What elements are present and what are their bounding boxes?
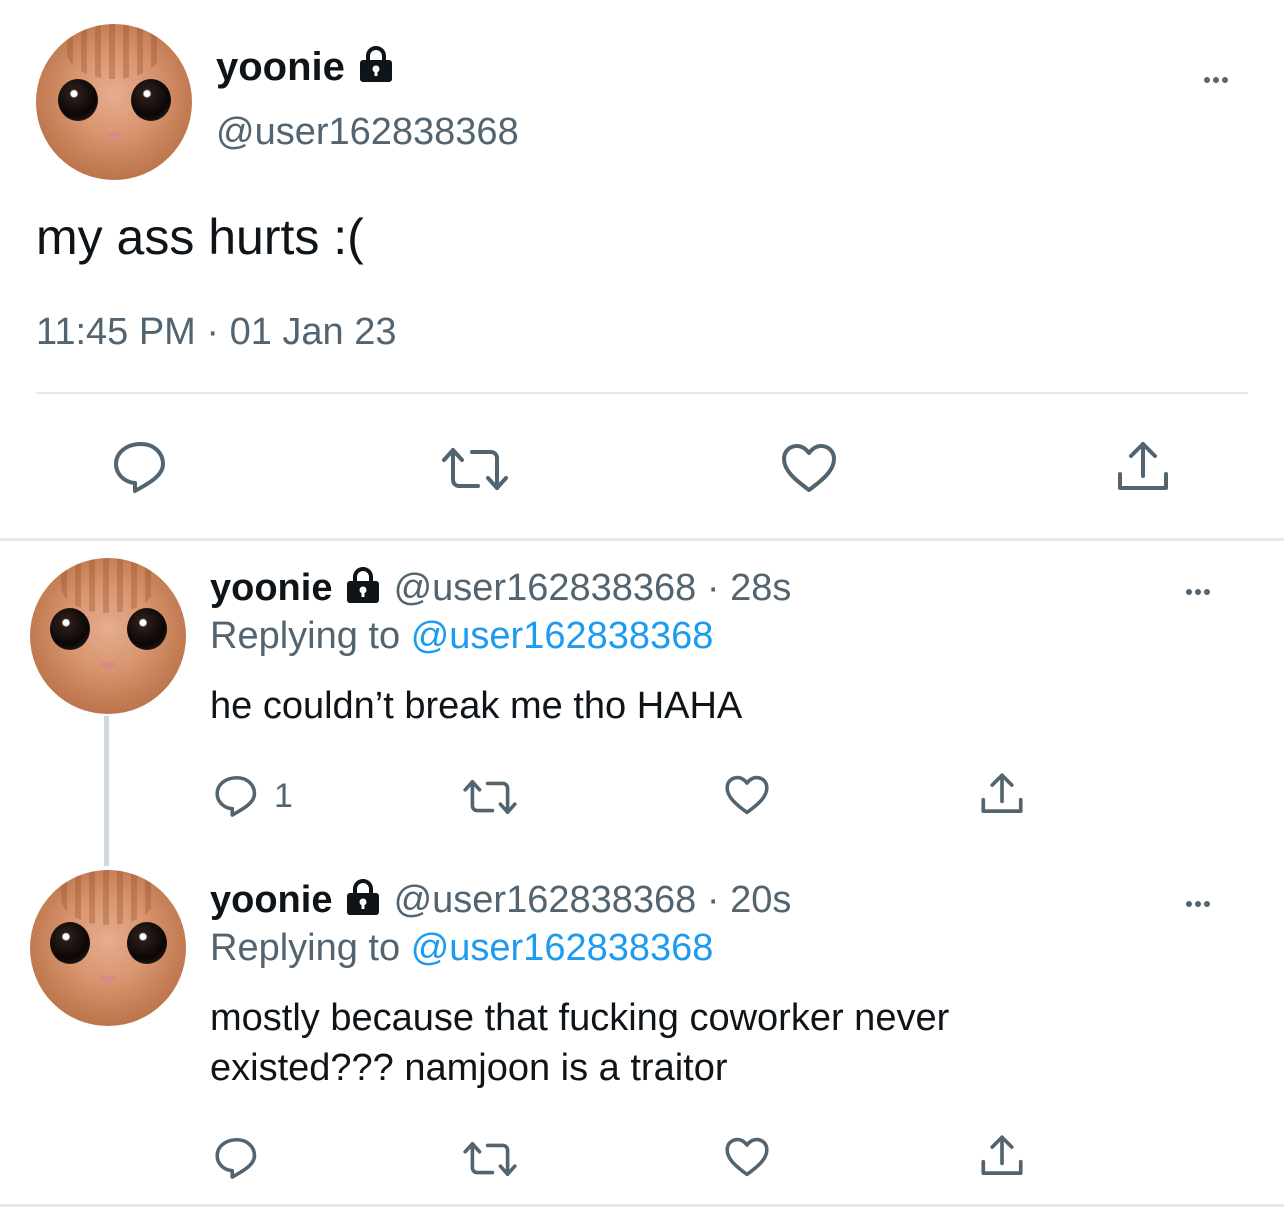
reply-icon[interactable] bbox=[112, 440, 170, 494]
like-icon[interactable] bbox=[724, 1136, 770, 1178]
retweet-icon[interactable] bbox=[462, 778, 518, 816]
lock-icon bbox=[343, 878, 383, 926]
replying-label: Replying to bbox=[210, 927, 401, 969]
display-name[interactable]: yoonie bbox=[210, 879, 332, 921]
more-options-icon[interactable] bbox=[1204, 70, 1231, 88]
reply-icon[interactable] bbox=[214, 1136, 260, 1180]
more-options-icon[interactable] bbox=[1186, 894, 1213, 912]
replying-label: Replying to bbox=[210, 615, 401, 657]
display-name[interactable]: yoonie bbox=[210, 567, 332, 609]
lock-icon bbox=[356, 45, 396, 93]
reply-header: yoonie @user162838368 · 20s bbox=[210, 878, 791, 926]
thread-connector bbox=[104, 716, 109, 866]
reply-count: 1 bbox=[274, 777, 293, 815]
retweet-icon[interactable] bbox=[440, 446, 510, 492]
handle-time[interactable]: @user162838368 · 20s bbox=[394, 879, 792, 921]
share-icon[interactable] bbox=[1116, 440, 1170, 494]
replying-to: Replying to @user162838368 bbox=[210, 926, 713, 970]
retweet-icon[interactable] bbox=[462, 1140, 518, 1178]
reply-icon[interactable] bbox=[214, 774, 260, 818]
section-divider bbox=[0, 538, 1284, 541]
more-options-icon[interactable] bbox=[1186, 582, 1213, 600]
divider bbox=[36, 392, 1248, 394]
timestamp[interactable]: 11:45 PM · 01 Jan 23 bbox=[36, 310, 397, 354]
reply-header: yoonie @user162838368 · 28s bbox=[210, 566, 791, 614]
reply-text-line: mostly because that fucking coworker nev… bbox=[210, 997, 950, 1039]
replying-to: Replying to @user162838368 bbox=[210, 614, 713, 658]
lock-icon bbox=[343, 566, 383, 614]
handle[interactable]: @user162838368 bbox=[216, 110, 519, 154]
main-tweet-header: yoonie bbox=[216, 44, 396, 93]
share-icon[interactable] bbox=[980, 772, 1024, 816]
bottom-divider bbox=[0, 1204, 1284, 1207]
replying-handle-link[interactable]: @user162838368 bbox=[411, 927, 714, 969]
like-icon[interactable] bbox=[724, 774, 770, 816]
handle-time[interactable]: @user162838368 · 28s bbox=[394, 567, 792, 609]
avatar[interactable] bbox=[36, 24, 192, 180]
tweet-text: my ass hurts :( bbox=[36, 209, 364, 265]
avatar[interactable] bbox=[30, 558, 186, 714]
like-icon[interactable] bbox=[780, 442, 838, 494]
share-icon[interactable] bbox=[980, 1134, 1024, 1178]
reply-text-line: existed??? namjoon is a traitor bbox=[210, 1047, 728, 1089]
avatar[interactable] bbox=[30, 870, 186, 1026]
display-name[interactable]: yoonie bbox=[216, 45, 345, 89]
replying-handle-link[interactable]: @user162838368 bbox=[411, 615, 714, 657]
reply-text: he couldn’t break me tho HAHA bbox=[210, 685, 743, 727]
